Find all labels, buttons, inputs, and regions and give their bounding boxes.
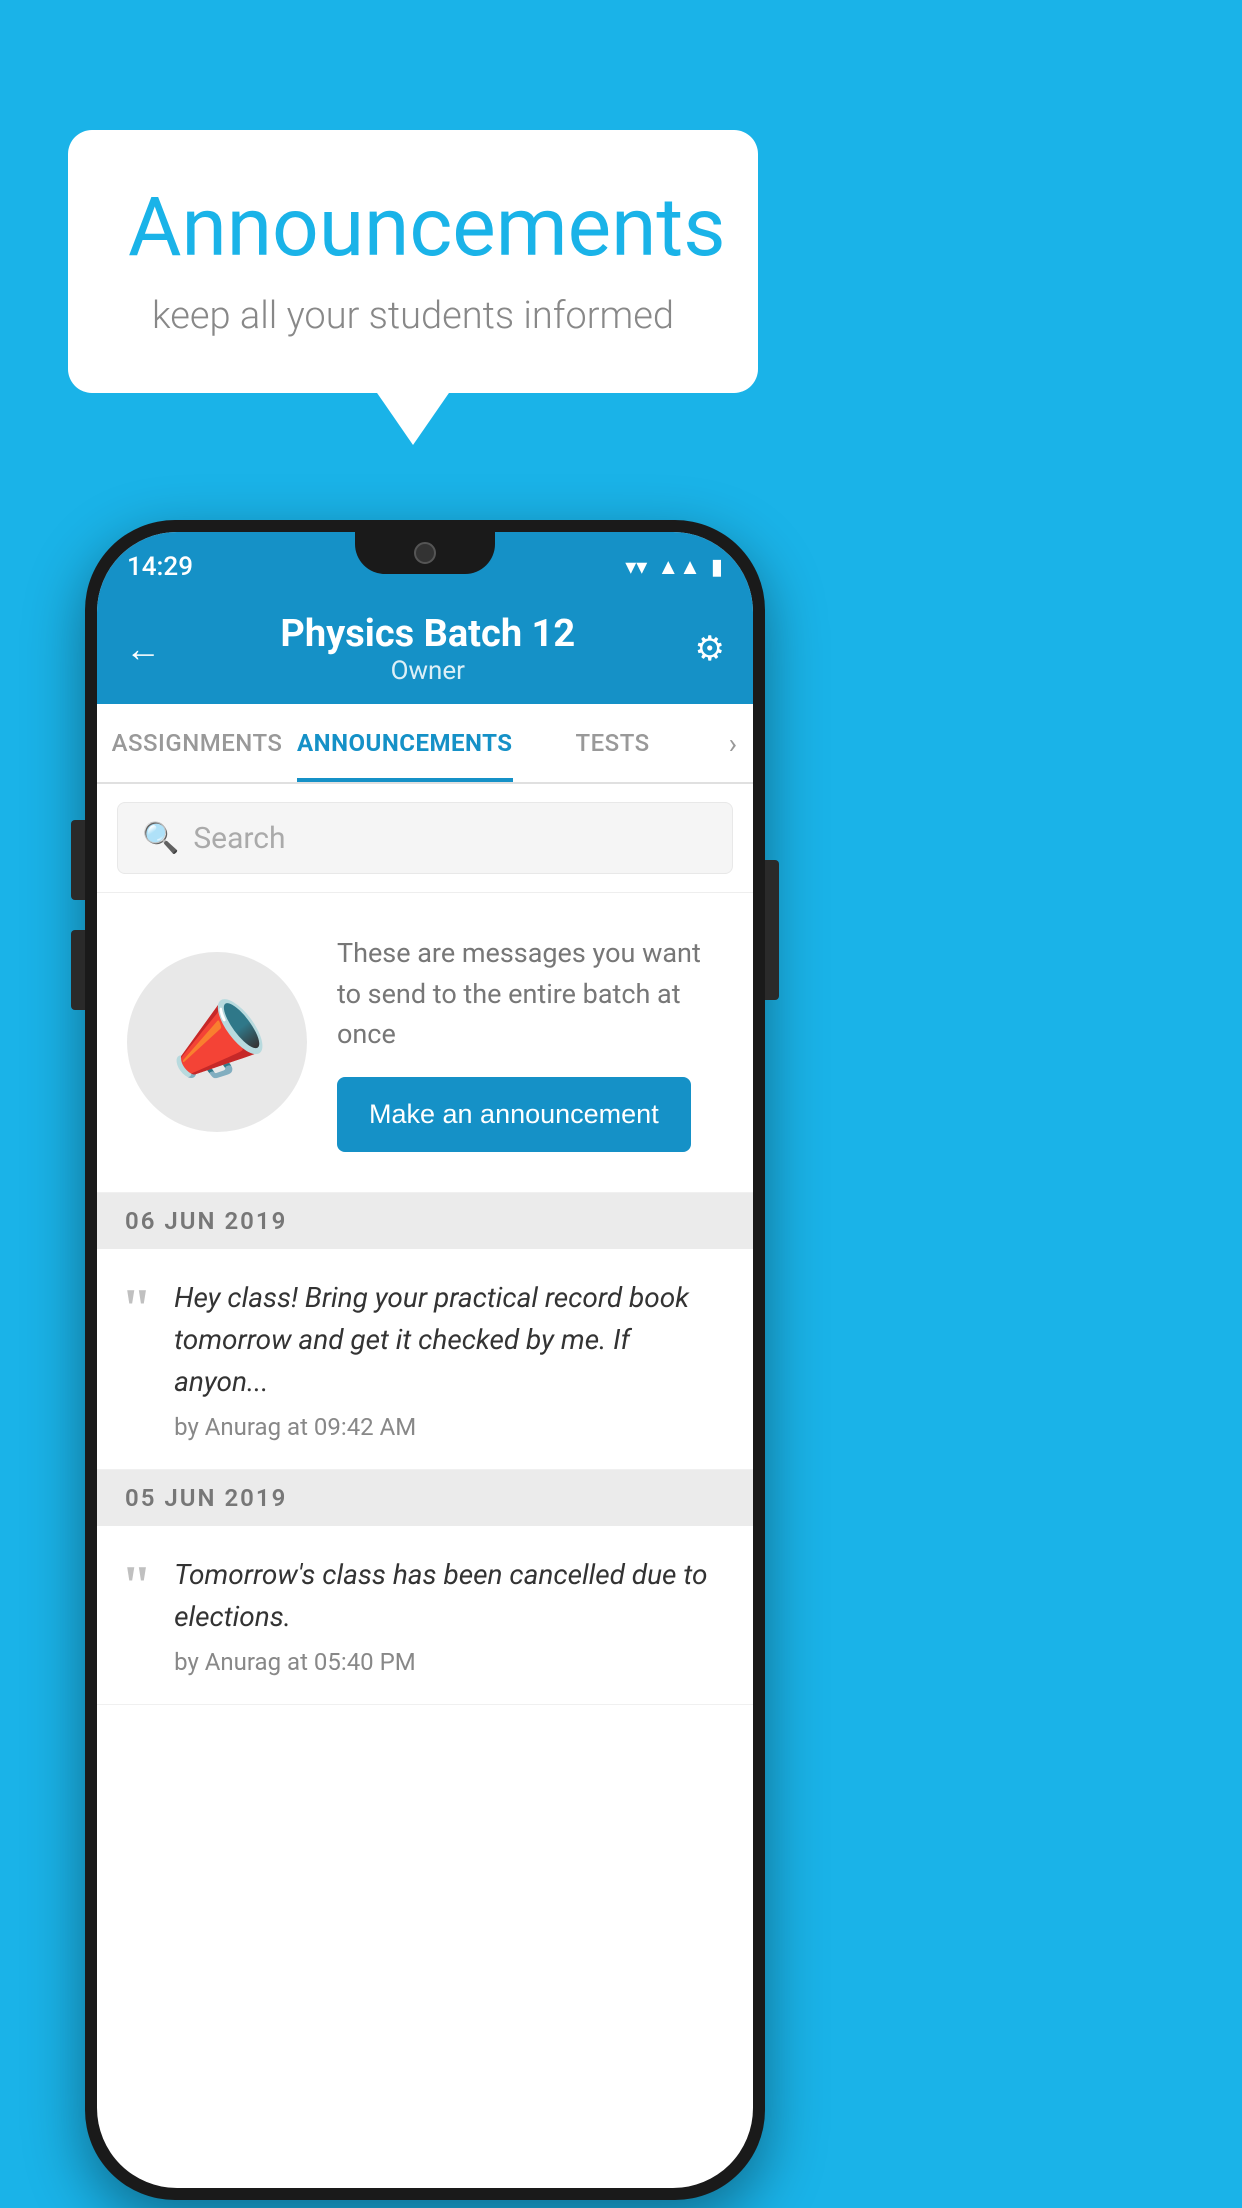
volume-up-button[interactable] — [71, 820, 85, 900]
speech-bubble-box: Announcements keep all your students inf… — [68, 130, 758, 393]
tab-tests[interactable]: TESTS — [513, 704, 713, 782]
search-container: 🔍 Search — [97, 784, 753, 893]
settings-button[interactable]: ⚙ — [695, 629, 725, 669]
announcement-item-1[interactable]: " Hey class! Bring your practical record… — [97, 1249, 753, 1470]
batch-title: Physics Batch 12 — [280, 612, 575, 656]
search-icon: 🔍 — [142, 821, 179, 856]
wifi-icon: ▾▾ — [625, 555, 647, 580]
announcement-prompt: 📣 These are messages you want to send to… — [97, 893, 753, 1193]
power-button[interactable] — [765, 860, 779, 1000]
announcement-icon-circle: 📣 — [127, 952, 307, 1132]
quote-icon-2: " — [121, 1558, 152, 1676]
announcement-item-2[interactable]: " Tomorrow's class has been cancelled du… — [97, 1526, 753, 1705]
announcement-content-1: Hey class! Bring your practical record b… — [174, 1277, 729, 1441]
search-placeholder: Search — [193, 821, 285, 856]
battery-icon: ▮ — [711, 555, 723, 580]
announcement-description: These are messages you want to send to t… — [337, 933, 723, 1055]
announcement-by-1: by Anurag at 09:42 AM — [174, 1413, 729, 1441]
phone-outer: 14:29 ▾▾ ▲▲ ▮ ← Physics Batch 12 Owner ⚙ — [85, 520, 765, 2200]
search-bar[interactable]: 🔍 Search — [117, 802, 733, 874]
megaphone-icon: 📣 — [157, 984, 278, 1101]
announcement-content-2: Tomorrow's class has been cancelled due … — [174, 1554, 729, 1676]
batch-role: Owner — [280, 656, 575, 686]
speech-bubble: Announcements keep all your students inf… — [68, 130, 758, 393]
app-header: ← Physics Batch 12 Owner ⚙ — [97, 594, 753, 704]
bubble-title: Announcements — [128, 180, 698, 276]
volume-down-button[interactable] — [71, 930, 85, 1010]
status-time: 14:29 — [127, 552, 193, 582]
bubble-subtitle: keep all your students informed — [128, 294, 698, 338]
phone-mockup: 14:29 ▾▾ ▲▲ ▮ ← Physics Batch 12 Owner ⚙ — [85, 520, 765, 2200]
quote-icon-1: " — [121, 1281, 152, 1441]
tab-assignments[interactable]: ASSIGNMENTS — [97, 704, 297, 782]
date-separator-2: 05 JUN 2019 — [97, 1470, 753, 1526]
make-announcement-button[interactable]: Make an announcement — [337, 1077, 691, 1152]
status-icons: ▾▾ ▲▲ ▮ — [625, 554, 723, 580]
phone-notch — [355, 532, 495, 574]
tab-bar: ASSIGNMENTS ANNOUNCEMENTS TESTS › — [97, 704, 753, 784]
tab-announcements[interactable]: ANNOUNCEMENTS — [297, 704, 513, 782]
back-button[interactable]: ← — [125, 628, 161, 670]
tab-more[interactable]: › — [713, 704, 753, 782]
date-separator-1: 06 JUN 2019 — [97, 1193, 753, 1249]
signal-icon: ▲▲ — [657, 554, 701, 580]
announcement-right: These are messages you want to send to t… — [337, 933, 723, 1152]
announcement-by-2: by Anurag at 05:40 PM — [174, 1648, 729, 1676]
announcement-text-2: Tomorrow's class has been cancelled due … — [174, 1554, 729, 1638]
phone-screen: 14:29 ▾▾ ▲▲ ▮ ← Physics Batch 12 Owner ⚙ — [97, 532, 753, 2188]
camera — [414, 542, 436, 564]
announcement-text-1: Hey class! Bring your practical record b… — [174, 1277, 729, 1403]
header-center: Physics Batch 12 Owner — [280, 612, 575, 686]
